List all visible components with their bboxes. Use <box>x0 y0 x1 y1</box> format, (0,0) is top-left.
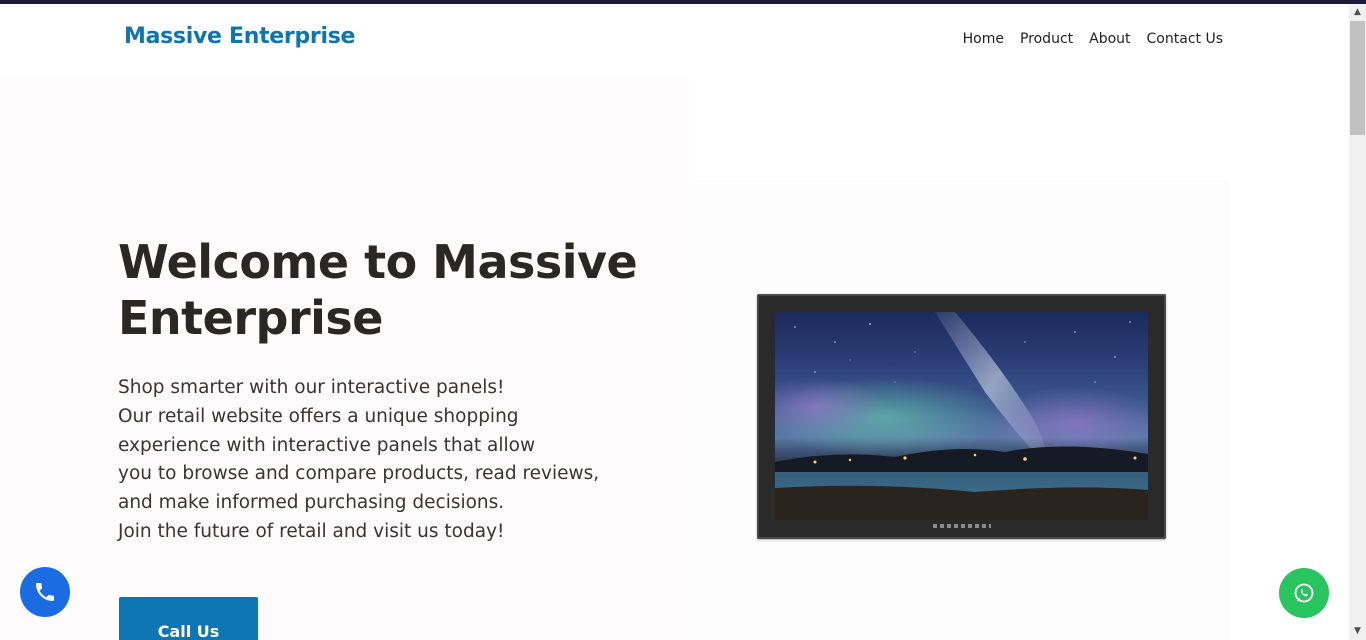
hero-line: Our retail website offers a unique shopp… <box>118 405 519 427</box>
nav-item-about[interactable]: About <box>1089 31 1130 47</box>
nav-item-product[interactable]: Product <box>1020 31 1073 47</box>
page-scrollbar[interactable]: ▲ ▼ <box>1349 4 1366 640</box>
scrollbar-thumb[interactable] <box>1350 21 1365 135</box>
nav-item-home[interactable]: Home <box>963 31 1004 47</box>
panel-control-buttons <box>933 524 991 528</box>
floating-call-button[interactable] <box>20 567 70 617</box>
hero-line: Shop smarter with our interactive panels… <box>118 377 505 398</box>
nav-menu: Home Product About Contact Us <box>963 31 1223 47</box>
hero-description: Shop smarter with our interactive panels… <box>118 374 658 547</box>
nav-item-contact-us[interactable]: Contact Us <box>1147 31 1223 47</box>
hero-line: experience with interactive panels that … <box>118 434 536 456</box>
call-us-button[interactable]: Call Us <box>119 597 258 640</box>
navbar: Massive Enterprise Home Product About Co… <box>0 4 1349 76</box>
scroll-up-icon[interactable]: ▲ <box>1349 4 1366 21</box>
hero-left-panel <box>0 76 690 640</box>
floating-whatsapp-button[interactable] <box>1279 568 1329 618</box>
hero-line: you to browse and compare products, read… <box>118 463 600 485</box>
hero-line: and make informed purchasing decisions. <box>118 492 505 514</box>
interactive-panel-image <box>757 294 1166 539</box>
panel-screen <box>775 312 1148 520</box>
phone-icon <box>36 583 54 601</box>
brand-logo[interactable]: Massive Enterprise <box>124 24 355 49</box>
hero-title: Welcome to Massive Enterprise <box>118 235 638 345</box>
whatsapp-icon <box>1294 583 1314 603</box>
scroll-down-icon[interactable]: ▼ <box>1349 623 1366 640</box>
night-sky-illustration <box>775 312 1148 520</box>
hero-line: Join the future of retail and visit us t… <box>118 520 505 542</box>
